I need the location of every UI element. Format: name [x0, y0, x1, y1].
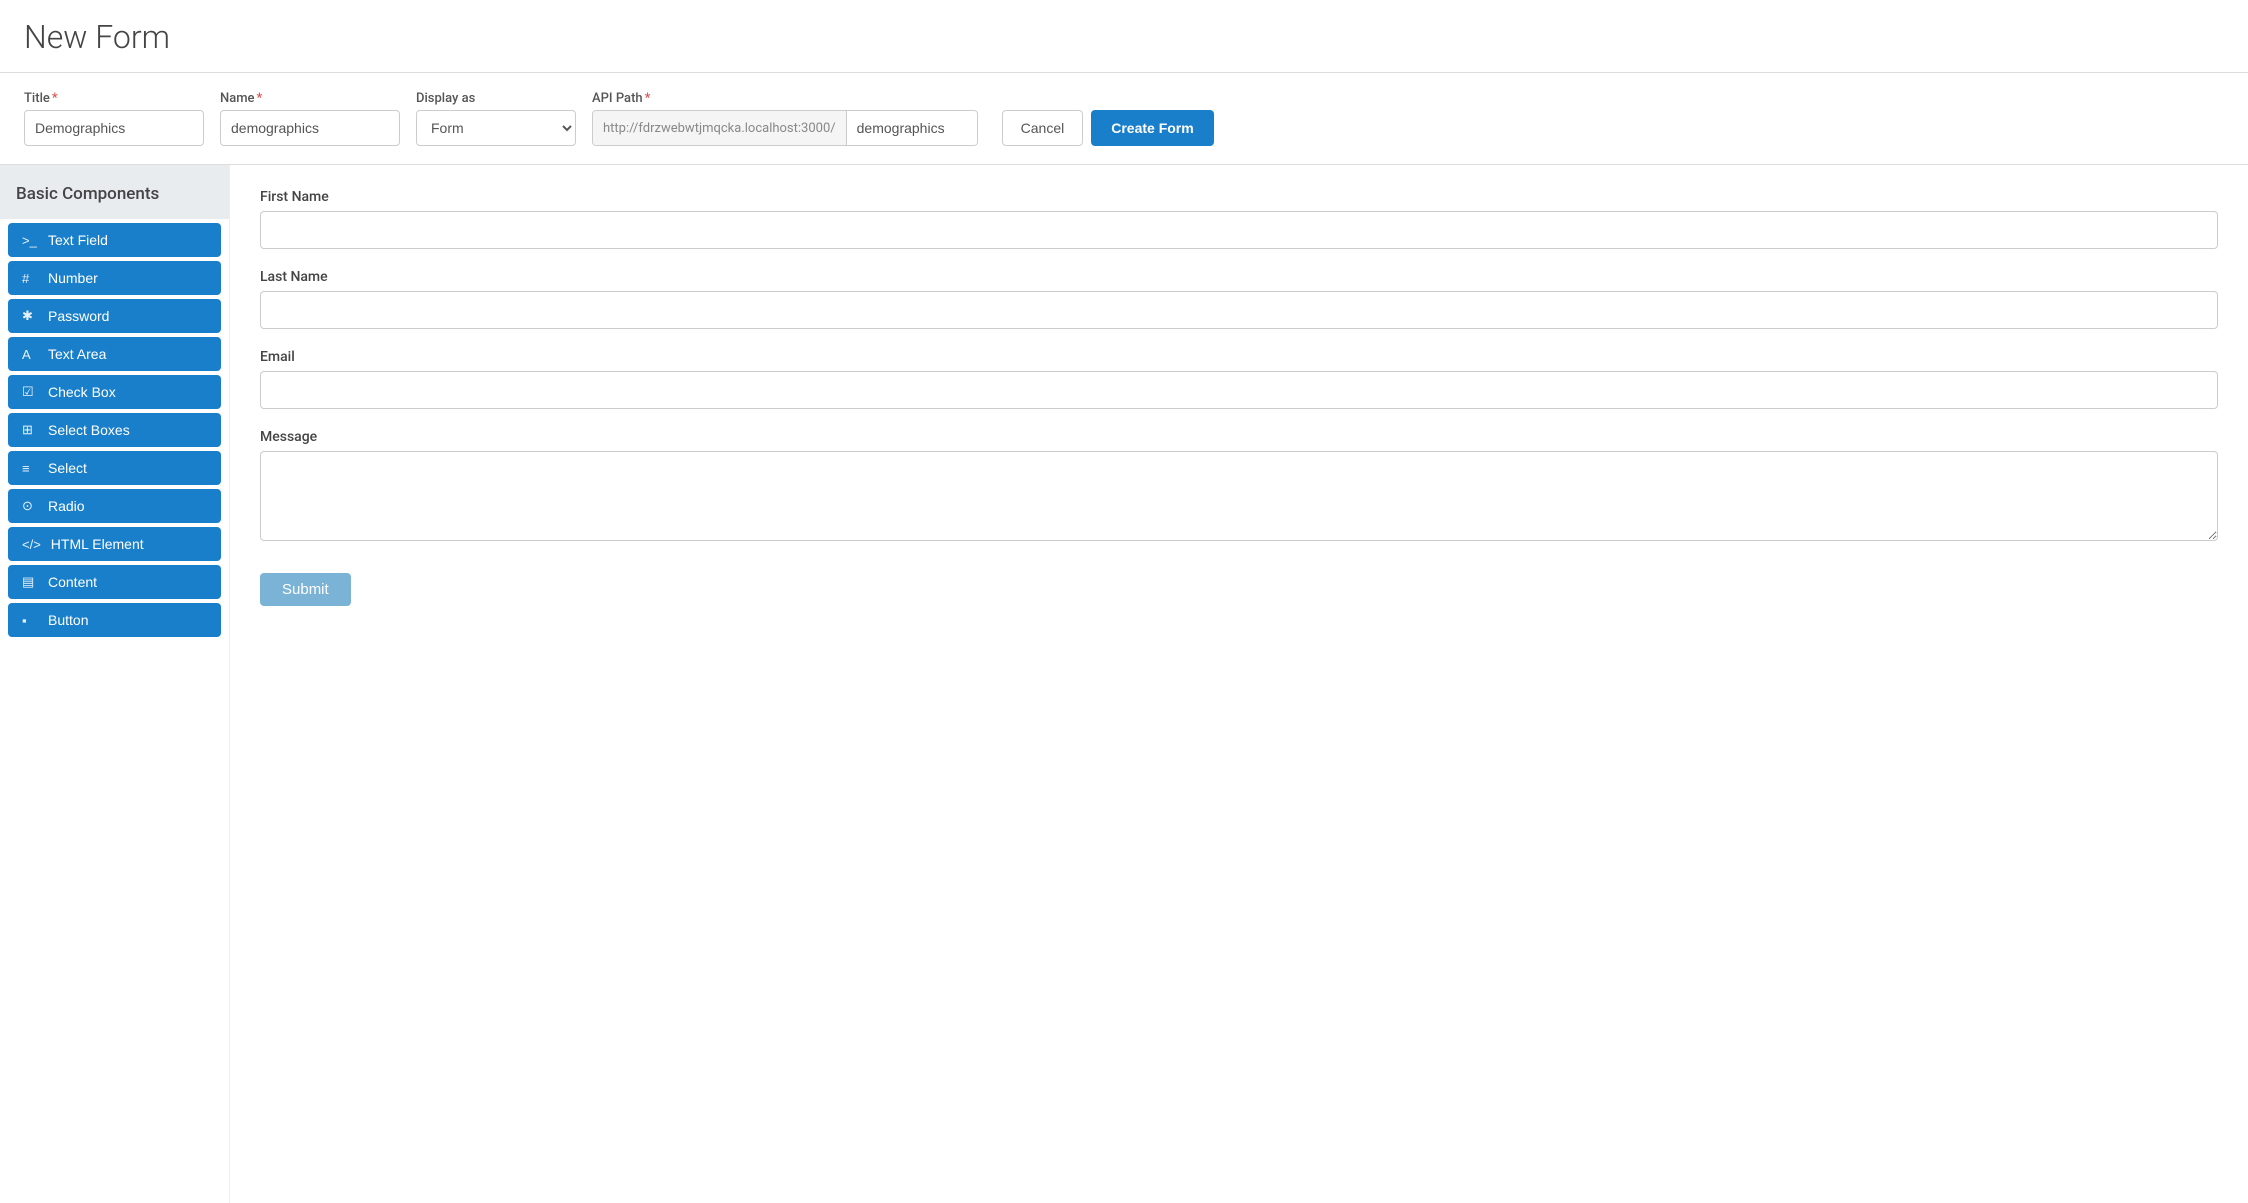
- number-icon: #: [22, 271, 38, 286]
- sidebar-item-content[interactable]: ▤ Content: [8, 565, 221, 599]
- first-name-group: First Name: [260, 189, 2218, 249]
- api-suffix-input[interactable]: [847, 111, 977, 145]
- main-content: Basic Components >_ Text Field # Number …: [0, 165, 2248, 1203]
- sidebar-item-html-element[interactable]: </> HTML Element: [8, 527, 221, 561]
- sidebar-item-label: Radio: [48, 498, 85, 514]
- last-name-input[interactable]: [260, 291, 2218, 329]
- api-path-label: API Path*: [592, 91, 978, 106]
- sidebar-item-password[interactable]: ✱ Password: [8, 299, 221, 333]
- api-path-inputs: http://fdrzwebwtjmqcka.localhost:3000/: [592, 110, 978, 146]
- create-form-button[interactable]: Create Form: [1091, 110, 1213, 146]
- sidebar-item-select[interactable]: ≡ Select: [8, 451, 221, 485]
- sidebar-item-label: Text Field: [48, 232, 108, 248]
- sidebar-item-label: HTML Element: [51, 536, 144, 552]
- sidebar-header: Basic Components: [0, 165, 229, 219]
- email-label: Email: [260, 349, 2218, 365]
- select-icon: ≡: [22, 461, 38, 476]
- sidebar-item-label: Content: [48, 574, 97, 590]
- api-base-url: http://fdrzwebwtjmqcka.localhost:3000/: [593, 111, 847, 145]
- title-label: Title*: [24, 91, 204, 106]
- message-label: Message: [260, 429, 2218, 445]
- submit-button[interactable]: Submit: [260, 573, 351, 606]
- email-input[interactable]: [260, 371, 2218, 409]
- sidebar-item-label: Number: [48, 270, 98, 286]
- display-field: Display as FormWizardPDF: [416, 91, 576, 146]
- page-title: New Form: [0, 0, 2248, 73]
- password-icon: ✱: [22, 308, 38, 324]
- sidebar-item-label: Select Boxes: [48, 422, 130, 438]
- display-label: Display as: [416, 91, 576, 106]
- name-field: Name*: [220, 91, 400, 146]
- email-group: Email: [260, 349, 2218, 409]
- first-name-input[interactable]: [260, 211, 2218, 249]
- sidebar-item-check-box[interactable]: ☑ Check Box: [8, 375, 221, 409]
- sidebar-item-select-boxes[interactable]: ⊞ Select Boxes: [8, 413, 221, 447]
- title-input[interactable]: [24, 110, 204, 146]
- radio-icon: ⊙: [22, 498, 38, 514]
- api-path-field: API Path* http://fdrzwebwtjmqcka.localho…: [592, 91, 978, 146]
- sidebar-item-label: Select: [48, 460, 87, 476]
- first-name-label: First Name: [260, 189, 2218, 205]
- sidebar-item-label: Password: [48, 308, 109, 324]
- title-field: Title*: [24, 91, 204, 146]
- button-icon: ▪: [22, 613, 38, 628]
- name-label: Name*: [220, 91, 400, 106]
- text-area-icon: A: [22, 347, 38, 362]
- message-group: Message: [260, 429, 2218, 545]
- cancel-button[interactable]: Cancel: [1002, 110, 1084, 146]
- sidebar-item-text-field[interactable]: >_ Text Field: [8, 223, 221, 257]
- name-input[interactable]: [220, 110, 400, 146]
- message-textarea[interactable]: [260, 451, 2218, 541]
- sidebar-item-text-area[interactable]: A Text Area: [8, 337, 221, 371]
- content-icon: ▤: [22, 574, 38, 590]
- sidebar-item-label: Button: [48, 612, 88, 628]
- sidebar-item-radio[interactable]: ⊙ Radio: [8, 489, 221, 523]
- form-area: First Name Last Name Email Message Submi…: [230, 165, 2248, 1203]
- sidebar: Basic Components >_ Text Field # Number …: [0, 165, 230, 1203]
- sidebar-item-number[interactable]: # Number: [8, 261, 221, 295]
- form-header: Title* Name* Display as FormWizardPDF AP…: [0, 73, 2248, 165]
- last-name-label: Last Name: [260, 269, 2218, 285]
- sidebar-item-label: Text Area: [48, 346, 106, 362]
- select-boxes-icon: ⊞: [22, 422, 38, 438]
- check-box-icon: ☑: [22, 384, 38, 400]
- header-buttons: Cancel Create Form: [1002, 110, 1214, 146]
- html-element-icon: </>: [22, 537, 41, 552]
- display-select[interactable]: FormWizardPDF: [416, 110, 576, 146]
- last-name-group: Last Name: [260, 269, 2218, 329]
- sidebar-item-button[interactable]: ▪ Button: [8, 603, 221, 637]
- text-field-icon: >_: [22, 233, 38, 248]
- sidebar-item-label: Check Box: [48, 384, 116, 400]
